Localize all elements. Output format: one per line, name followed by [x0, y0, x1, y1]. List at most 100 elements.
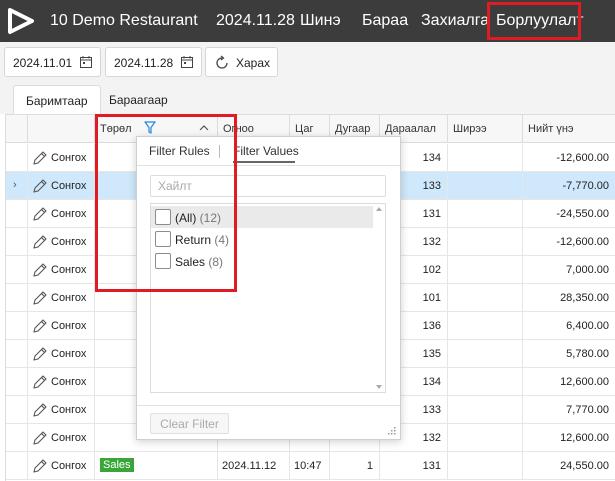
nav-new[interactable]: Шинэ [300, 12, 341, 30]
edit-cell[interactable]: Сонгох [28, 396, 95, 424]
edit-cell[interactable]: Сонгох [28, 172, 95, 200]
resize-grip-icon[interactable] [388, 427, 396, 435]
row-indicator [6, 284, 28, 312]
filter-highlight-box [95, 114, 237, 292]
cell-tableNo [448, 256, 523, 284]
edit-cell[interactable]: Сонгох [28, 340, 95, 368]
header-table[interactable]: Ширээ [448, 115, 523, 143]
edit-cell[interactable]: Сонгох [28, 284, 95, 312]
edit-label[interactable]: Сонгох [51, 376, 86, 388]
refresh-icon [216, 55, 228, 69]
nav-products[interactable]: Бараа [362, 12, 408, 30]
pencil-icon[interactable] [32, 374, 48, 390]
pencil-icon[interactable] [32, 402, 48, 418]
clear-filter-button[interactable]: Clear Filter [150, 413, 229, 434]
cell-tableNo [448, 200, 523, 228]
header-sequence-label: Дараалал [385, 123, 436, 135]
row-indicator [6, 396, 28, 424]
current-date: 2024.11.28 [216, 12, 295, 29]
edit-cell[interactable]: Сонгох [28, 452, 95, 480]
edit-cell[interactable]: Сонгох [28, 144, 95, 172]
cell-tableNo [448, 424, 523, 452]
cell-tableNo [448, 452, 523, 480]
cell-tableNo [448, 172, 523, 200]
scroll-down-icon[interactable] [376, 385, 382, 389]
nav-orders[interactable]: Захиалга [421, 12, 489, 30]
cell-total: 12,600.00 [523, 424, 615, 452]
edit-cell[interactable]: Сонгох [28, 312, 95, 340]
edit-cell[interactable]: Сонгох [28, 228, 95, 256]
view-button[interactable]: Харах [205, 47, 278, 77]
edit-label[interactable]: Сонгох [51, 404, 86, 416]
row-arrow-icon: › [13, 179, 17, 191]
row-indicator [6, 144, 28, 172]
cell-tableNo [448, 228, 523, 256]
edit-label[interactable]: Сонгох [51, 320, 86, 332]
pencil-icon[interactable] [32, 318, 48, 334]
cell-total: -12,600.00 [523, 228, 615, 256]
edit-label[interactable]: Сонгох [51, 208, 86, 220]
row-indicator [6, 228, 28, 256]
edit-label[interactable]: Сонгох [51, 264, 86, 276]
row-indicator [6, 312, 28, 340]
edit-label[interactable]: Сонгох [51, 348, 86, 360]
pencil-icon[interactable] [32, 458, 48, 474]
toolbar: 2024.11.01 2024.11.28 Харах [0, 42, 615, 82]
edit-label[interactable]: Сонгох [51, 292, 86, 304]
cell-total: 6,400.00 [523, 312, 615, 340]
cell-total: 7,770.00 [523, 396, 615, 424]
cell-total: 12,600.00 [523, 368, 615, 396]
row-indicator [6, 256, 28, 284]
cell-tableNo [448, 396, 523, 424]
edit-label[interactable]: Сонгох [51, 236, 86, 248]
cell-total: 28,350.00 [523, 284, 615, 312]
header-edit [28, 115, 95, 143]
filter-values-tab[interactable]: Filter Values [233, 144, 299, 158]
header-table-label: Ширээ [453, 123, 487, 135]
pencil-icon[interactable] [32, 262, 48, 278]
edit-label[interactable]: Сонгох [51, 432, 86, 444]
end-date-picker[interactable]: 2024.11.28 [105, 47, 202, 77]
pencil-icon[interactable] [32, 430, 48, 446]
header-indicator [6, 115, 28, 143]
row-indicator [6, 452, 28, 480]
cell-tableNo [448, 368, 523, 396]
edit-cell[interactable]: Сонгох [28, 256, 95, 284]
header-total[interactable]: Нийт үнэ [523, 115, 615, 143]
logo-icon [8, 8, 34, 34]
edit-cell[interactable]: Сонгох [28, 368, 95, 396]
tab-by-product[interactable]: Бараагаар [97, 85, 180, 114]
edit-label[interactable]: Сонгох [51, 152, 86, 164]
vertical-scrollbar[interactable] [373, 204, 385, 392]
pencil-icon[interactable] [32, 206, 48, 222]
view-button-label: Харах [236, 56, 271, 70]
cell-tableNo [448, 340, 523, 368]
app-title: 10 Demo Restaurant [50, 12, 198, 29]
type-badge: Sales [100, 458, 134, 472]
pencil-icon[interactable] [32, 150, 48, 166]
pencil-icon[interactable] [32, 290, 48, 306]
cell-total: -24,550.00 [523, 200, 615, 228]
pencil-icon[interactable] [32, 346, 48, 362]
edit-label[interactable]: Сонгох [51, 180, 86, 192]
start-date-value: 2024.11.01 [13, 56, 73, 70]
table-row[interactable]: Сонгох Sales 2024.11.12 10:47 1 131 24,550.00 [6, 452, 615, 480]
top-bar: 10 Demo Restaurant 2024.11.28 Шинэ Бараа… [0, 0, 615, 42]
divider [137, 405, 400, 406]
row-indicator [6, 424, 28, 452]
scroll-up-icon[interactable] [376, 207, 382, 211]
start-date-picker[interactable]: 2024.11.01 [4, 47, 101, 77]
pencil-icon[interactable] [32, 178, 48, 194]
calendar-icon[interactable] [181, 56, 193, 68]
pencil-icon[interactable] [32, 234, 48, 250]
edit-cell[interactable]: Сонгох [28, 200, 95, 228]
edit-cell[interactable]: Сонгох [28, 424, 95, 452]
cell-type: Sales [95, 452, 218, 480]
nav-sales-highlight [487, 2, 581, 40]
edit-label[interactable]: Сонгох [51, 460, 86, 472]
tab-by-receipt[interactable]: Баримтаар [13, 85, 101, 114]
row-indicator [6, 200, 28, 228]
calendar-icon[interactable] [80, 56, 92, 68]
active-tab-indicator [233, 161, 295, 163]
cell-total: 24,550.00 [523, 452, 615, 480]
